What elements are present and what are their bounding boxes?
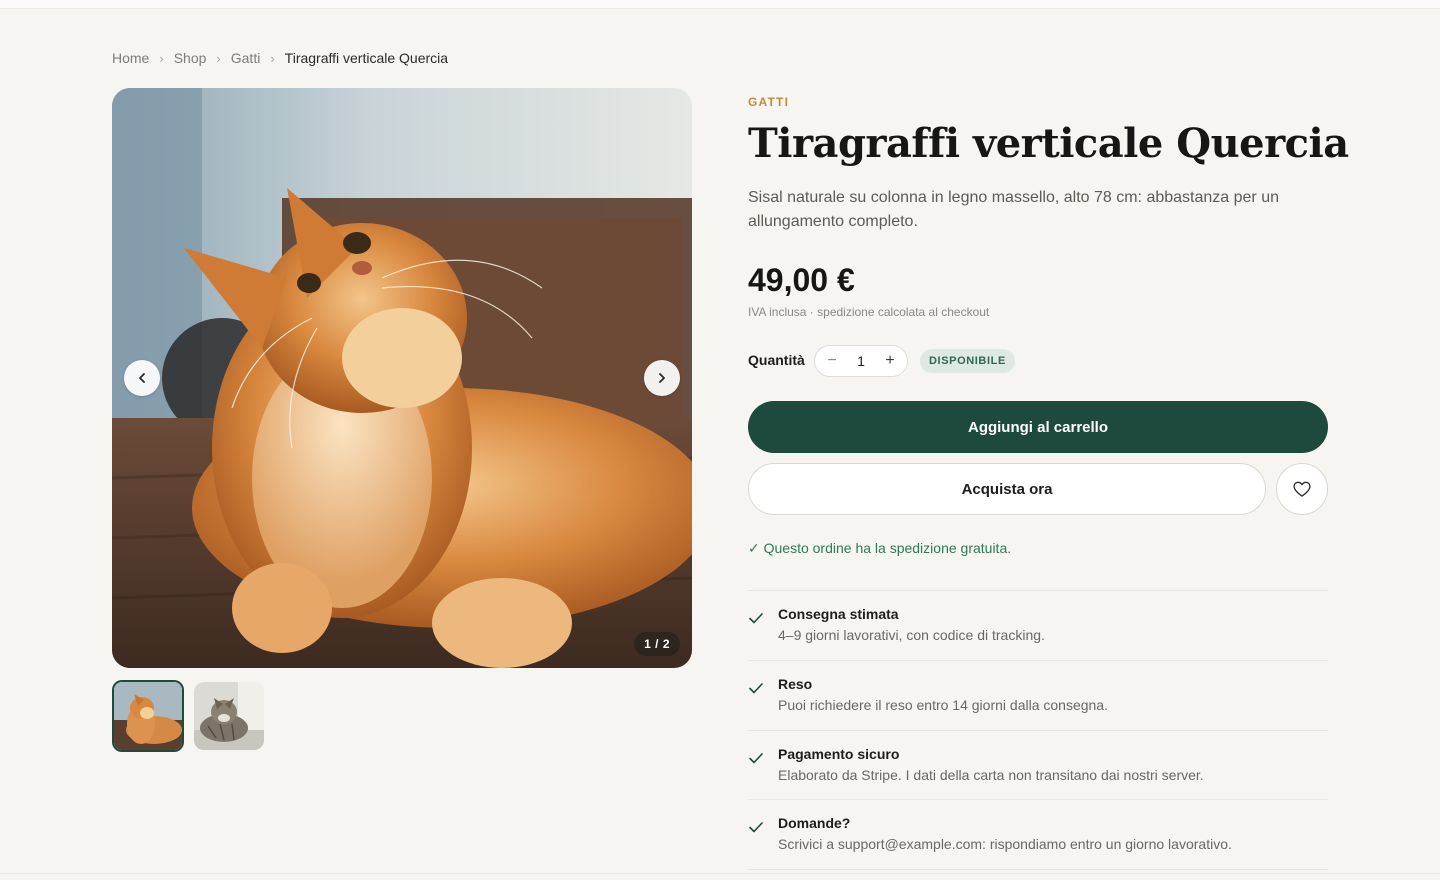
product-description: Sisal naturale su colonna in legno masse… (748, 189, 1279, 230)
check-icon (749, 753, 763, 764)
divider (748, 590, 1328, 591)
breadcrumb-separator: › (216, 50, 221, 66)
wishlist-button[interactable] (1276, 463, 1328, 515)
feature-text: Scrivici a support@example.com: rispondi… (778, 836, 1232, 852)
top-bar (0, 0, 1440, 9)
feature-secure-payment: Pagamento sicuro Elaborato da Stripe. I … (748, 746, 1328, 786)
free-shipping-message: ✓ Questo ordine ha la spedizione gratuit… (748, 540, 1012, 556)
feature-text: Puoi richiedere il reso entro 14 giorni … (778, 697, 1108, 713)
feature-title: Consegna stimata (778, 606, 899, 622)
bottom-border (0, 873, 1440, 874)
feature-text: 4–9 giorni lavorativi, con codice di tra… (778, 627, 1045, 643)
product-category[interactable]: GATTI (748, 95, 789, 109)
breadcrumb-current: Tiragraffi verticale Quercia (284, 50, 449, 66)
divider (748, 660, 1328, 661)
gallery-counter: 1 / 2 (634, 632, 680, 656)
check-icon (749, 613, 763, 624)
gallery-next-button[interactable] (644, 360, 680, 396)
orange-cat-thumbnail (114, 682, 182, 750)
decrement-button[interactable]: − (825, 352, 839, 370)
check-icon (749, 822, 763, 833)
quantity-value[interactable]: 1 (857, 353, 865, 369)
chevron-left-icon (139, 373, 145, 383)
product-title: Tiragraffi verticale Quercia (748, 120, 1349, 167)
feature-title: Domande? (778, 815, 851, 831)
breadcrumb-shop[interactable]: Shop (174, 50, 207, 66)
buy-now-button[interactable]: Acquista ora (748, 463, 1266, 515)
add-to-cart-button[interactable]: Aggiungi al carrello (748, 401, 1328, 453)
thumbnail-2[interactable] (194, 682, 264, 750)
chevron-right-icon (659, 373, 665, 383)
breadcrumb-gatti[interactable]: Gatti (231, 50, 261, 66)
feature-title: Reso (778, 676, 813, 692)
breadcrumb-separator: › (270, 50, 275, 66)
increment-button[interactable]: + (883, 352, 897, 370)
product-main-image[interactable]: 1 / 2 (112, 88, 692, 668)
heart-icon (1293, 481, 1311, 497)
feature-delivery: Consegna stimata 4–9 giorni lavorativi, … (748, 606, 1328, 646)
divider (748, 730, 1328, 731)
divider (748, 799, 1328, 800)
feature-questions: Domande? Scrivici a support@example.com:… (748, 815, 1328, 855)
divider (748, 869, 1328, 870)
breadcrumb: Home › Shop › Gatti › Tiragraffi vertica… (112, 49, 448, 67)
quantity-stepper: − 1 + (814, 345, 908, 377)
stock-badge: DISPONIBILE (920, 349, 1015, 373)
thumbnail-1[interactable] (112, 680, 184, 752)
tabby-cat-thumbnail (194, 682, 264, 750)
product-price: 49,00 € (748, 262, 855, 298)
feature-text: Elaborato da Stripe. I dati della carta … (778, 767, 1204, 783)
feature-returns: Reso Puoi richiedere il reso entro 14 gi… (748, 676, 1328, 716)
gallery-prev-button[interactable] (124, 360, 160, 396)
breadcrumb-home[interactable]: Home (112, 50, 149, 66)
price-note: IVA inclusa · spedizione calcolata al ch… (748, 305, 990, 319)
quantity-label: Quantità (748, 352, 805, 368)
feature-title: Pagamento sicuro (778, 746, 900, 762)
orange-cat-photo (112, 88, 692, 668)
check-icon (749, 683, 763, 694)
breadcrumb-separator: › (159, 50, 164, 66)
